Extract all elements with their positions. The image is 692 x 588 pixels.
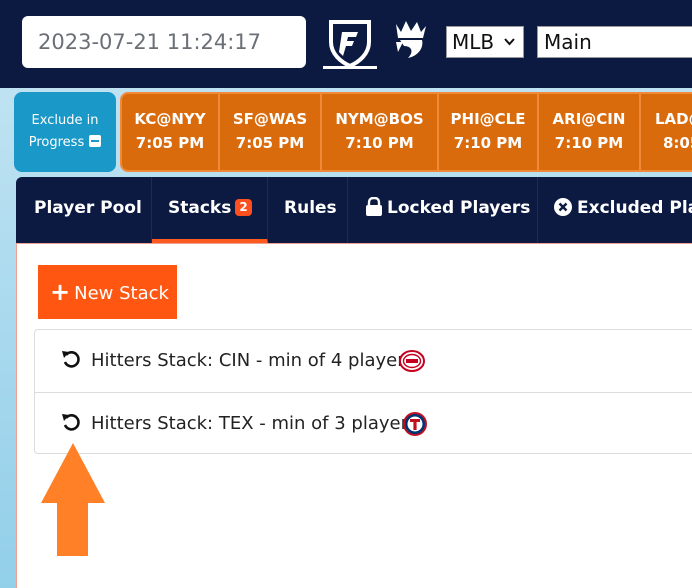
slate-select[interactable]: Main — [537, 26, 692, 58]
game-time: 7:10 PM — [554, 134, 624, 152]
fanduel-logo-icon[interactable] — [323, 18, 377, 70]
lock-icon — [366, 197, 382, 216]
tab-player-pool[interactable]: Player Pool — [16, 177, 152, 243]
tab-bar: Player Pool Stacks 2 Rules Locked Players… — [16, 177, 692, 243]
tab-stacks[interactable]: Stacks 2 — [152, 177, 268, 243]
game-time: 8:05 — [663, 134, 692, 152]
sport-select[interactable]: MLB — [446, 26, 524, 58]
sport-select-value: MLB — [452, 30, 495, 54]
tab-label: Locked Players — [387, 198, 531, 218]
game-lad[interactable]: LAD@ 8:05 — [641, 94, 692, 170]
game-nym-bos[interactable]: NYM@BOS 7:10 PM — [322, 94, 439, 170]
datetime-field[interactable]: 2023-07-21 11:24:17 — [22, 16, 306, 68]
undo-icon[interactable] — [61, 349, 81, 369]
reds-logo-icon — [399, 350, 425, 372]
game-matchup: KC@NYY — [134, 110, 206, 128]
game-kc-nyy[interactable]: KC@NYY 7:05 PM — [122, 94, 220, 170]
tab-label: Excluded Pla — [577, 198, 692, 218]
tab-label: Player Pool — [34, 198, 142, 218]
game-time: 7:05 PM — [235, 134, 305, 152]
game-time: 7:05 PM — [135, 134, 205, 152]
pointer-arrow-icon — [41, 443, 105, 556]
slate-select-value: Main — [544, 30, 592, 54]
tab-excluded-players[interactable]: Excluded Pla — [538, 177, 692, 243]
top-header: 2023-07-21 11:24:17 MLB Main — [0, 0, 692, 88]
game-phi-cle[interactable]: PHI@CLE 7:10 PM — [439, 94, 539, 170]
game-ari-cin[interactable]: ARI@CIN 7:10 PM — [539, 94, 641, 170]
minus-square-icon — [89, 135, 102, 147]
game-sf-was[interactable]: SF@WAS 7:05 PM — [220, 94, 322, 170]
tab-locked-players[interactable]: Locked Players — [348, 177, 538, 243]
exclude-label-line2: Progress — [28, 135, 85, 150]
game-matchup: NYM@BOS — [335, 110, 424, 128]
game-matchup: SF@WAS — [232, 110, 308, 128]
stack-item[interactable]: Hitters Stack: CIN - min of 4 players — [35, 330, 692, 392]
tab-rules[interactable]: Rules — [268, 177, 348, 243]
tab-label: Stacks — [168, 198, 232, 218]
games-strip: KC@NYY 7:05 PM SF@WAS 7:05 PM NYM@BOS 7:… — [120, 92, 692, 172]
stacks-count-badge: 2 — [235, 199, 252, 216]
undo-icon[interactable] — [61, 412, 81, 432]
game-time: 7:10 PM — [453, 134, 523, 152]
tab-label: Rules — [284, 198, 337, 218]
draftkings-logo-icon[interactable] — [390, 18, 428, 60]
game-time: 7:10 PM — [345, 134, 414, 152]
rangers-logo-icon — [403, 412, 427, 436]
exclude-label-line1: Exclude in — [31, 113, 99, 128]
game-matchup: PHI@CLE — [450, 110, 526, 128]
stack-list: Hitters Stack: CIN - min of 4 players Hi… — [34, 329, 692, 454]
stack-description: Hitters Stack: TEX - min of 3 players — [91, 413, 418, 434]
game-matchup: LAD@ — [655, 110, 692, 128]
new-stack-label: New Stack — [74, 283, 169, 304]
chevron-down-icon — [504, 38, 515, 46]
new-stack-button[interactable]: + New Stack — [38, 265, 177, 319]
exclude-in-progress-button[interactable]: Exclude in Progress — [14, 92, 116, 172]
close-circle-icon — [554, 198, 572, 216]
stack-item[interactable]: Hitters Stack: TEX - min of 3 players — [35, 392, 692, 454]
stack-description: Hitters Stack: CIN - min of 4 players — [91, 350, 414, 371]
plus-icon: + — [50, 278, 71, 306]
game-matchup: ARI@CIN — [552, 110, 626, 128]
